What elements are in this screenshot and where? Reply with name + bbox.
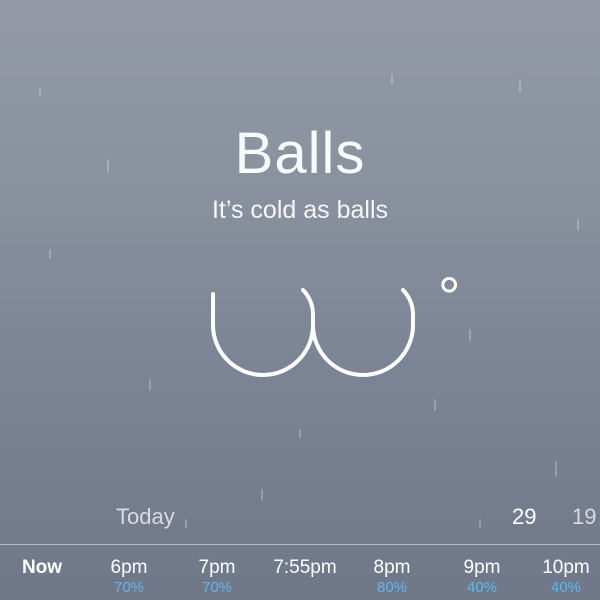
hourly-divider xyxy=(0,544,600,545)
hour-item-10pm: 10pm 40% xyxy=(521,556,600,596)
degree-symbol: ° xyxy=(438,270,460,328)
weather-condition: It’s cold as balls xyxy=(211,196,388,224)
precip-chance: 40% xyxy=(550,579,582,596)
left-arc xyxy=(211,288,315,377)
hour-time: 9pm xyxy=(463,557,501,578)
precip-chance: 40% xyxy=(466,579,498,596)
hour-item-7pm: 7pm 70% xyxy=(172,556,262,596)
hourly-forecast-strip[interactable]: Now 6pm 70% 7pm 70% 7:55pm 8pm 80% 9pm 4… xyxy=(0,556,600,600)
hour-time: 7pm xyxy=(198,557,236,578)
today-high: 29 xyxy=(512,504,537,529)
hour-time: 10pm xyxy=(542,557,590,578)
hour-item-now: Now xyxy=(0,556,87,580)
today-label: Today xyxy=(116,504,175,529)
balls-temperature-icon: ° xyxy=(211,270,460,377)
precip-chance: 80% xyxy=(376,579,408,596)
hour-item-sunset: 7:55pm xyxy=(260,556,350,580)
hour-time: 7:55pm xyxy=(273,557,337,578)
precip-chance: 70% xyxy=(113,579,145,596)
hour-time: 6pm xyxy=(110,557,148,578)
hour-item-9pm: 9pm 40% xyxy=(437,556,527,596)
hour-time: Now xyxy=(21,557,63,578)
right-arc xyxy=(311,288,415,377)
hour-item-8pm: 8pm 80% xyxy=(347,556,437,596)
location-name: Balls xyxy=(234,121,366,186)
hour-item-6pm: 6pm 70% xyxy=(84,556,174,596)
hour-time: 8pm xyxy=(373,557,411,578)
precip-chance: 70% xyxy=(201,579,233,596)
today-low: 19 xyxy=(572,504,597,529)
